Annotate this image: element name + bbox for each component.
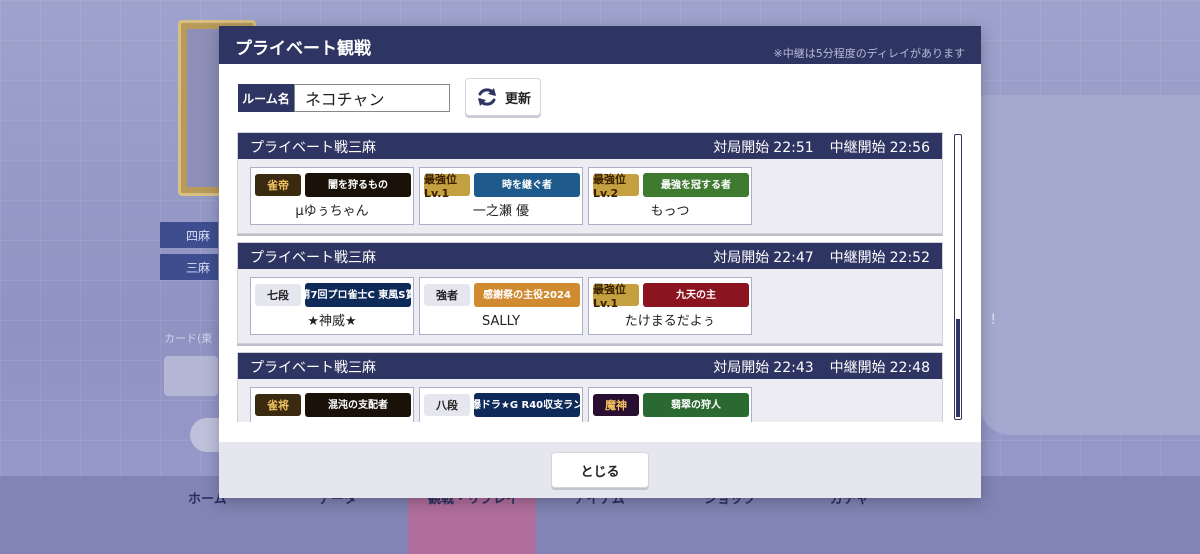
right-info-panel: [980, 95, 1200, 435]
relay-label: 中継開始: [829, 360, 886, 376]
player-name: μゆぅちゃん: [295, 204, 369, 219]
start-time: 22:47: [773, 250, 814, 266]
relay-delay-note: ※中継は5分程度のディレイがあります: [773, 47, 965, 60]
refresh-button[interactable]: 更新: [465, 78, 541, 116]
player-badges: 七段 第7回プロ雀士C 東風S賞: [255, 282, 411, 308]
title-badge: 時を継ぐ者: [474, 173, 580, 197]
player-panel[interactable]: 七段 第7回プロ雀士C 東風S賞 ★神威★: [250, 277, 414, 335]
refresh-icon: [477, 88, 496, 106]
room-card[interactable]: プライベート戦三麻 対局開始 22:47 中継開始 22:52 七段 第7回プロ雀士C 東風…: [237, 242, 943, 344]
room-name-input[interactable]: [294, 84, 450, 112]
room-title: プライベート戦三麻: [250, 140, 376, 156]
close-button[interactable]: とじる: [551, 452, 649, 488]
player-panel[interactable]: 強者 感謝祭の主役2024 SALLY: [419, 277, 583, 335]
list-scrollbar[interactable]: [954, 134, 962, 420]
player-badges: 強者 感謝祭の主役2024: [424, 282, 580, 308]
room-card[interactable]: プライベート戦三麻 対局開始22:43 中継開始22:48 雀将混沌の支配者八段第40…: [237, 352, 943, 422]
player-badges: 最強位Lv.1 時を継ぐ者: [424, 172, 580, 200]
title-badge: 第7回プロ雀士C 東風S賞: [305, 283, 411, 307]
player-list: 雀帝 闇を狩るもの μゆぅちゃん 最強位Lv.1 時を継ぐ者 一之瀬 優最強位Lv.2 最強…: [250, 167, 752, 225]
player-badges: 八段第40回爆ドラ★G R40収支ランク31位: [424, 392, 580, 418]
player-badges: 雀将 混沌の支配者: [255, 392, 411, 418]
player-list: 雀将混沌の支配者八段第40回爆ドラ★G R40収支ランク31位魔神翡翠の狩人: [250, 387, 752, 422]
player-name: たけまるだよぅ: [624, 314, 716, 329]
player-badges: 最強位Lv.2 最強を冠する者: [593, 172, 749, 200]
player-panel[interactable]: 最強位Lv.2 最強を冠する者もっつ: [588, 167, 752, 225]
player-panel[interactable]: 雀将 混沌の支配者: [250, 387, 414, 422]
room-times: 対局開始 22:43 中継開始 22:48: [709, 357, 930, 377]
rank-badge: 最強位Lv.1: [593, 283, 639, 310]
back-arrow-icon: [190, 418, 220, 452]
room-card[interactable]: プライベート戦三麻 対局開始 22:51 中継開始 22:56 雀帝 闇を狩るもの μゆぅちゃ…: [237, 132, 943, 234]
start-label: 対局開始: [713, 140, 770, 156]
player-badges: 最強位Lv.1 九天の主: [593, 282, 749, 310]
card-label: カード(東: [164, 332, 213, 345]
title-badge: 最強を冠する者: [643, 173, 749, 197]
modal-title: プライベート観戦: [235, 39, 371, 59]
rank-badge: 雀将: [255, 394, 301, 416]
room-card-header: プライベート戦三麻 対局開始 22:43 中継開始 22:48: [238, 353, 942, 379]
mode-3ma-label: 三麻: [160, 254, 218, 280]
player-name: 一之瀬 優: [472, 204, 530, 219]
rank-badge: 強者: [424, 284, 470, 306]
room-card-header: プライベート戦三麻 対局開始 22:47 中継開始 22:52: [238, 243, 942, 269]
relay-time: 22:48: [889, 360, 930, 376]
relay-time: 22:52: [889, 250, 930, 266]
scrollbar-thumb[interactable]: [956, 319, 960, 417]
player-panel[interactable]: 雀帝 闇を狩るもの μゆぅちゃん: [250, 167, 414, 225]
room-title: プライベート戦三麻: [250, 360, 376, 376]
rank-badge: 八段: [424, 394, 470, 416]
card-item: [164, 356, 218, 396]
refresh-label: 更新: [504, 91, 531, 107]
player-name: SALLY: [481, 314, 521, 329]
player-panel[interactable]: 八段第40回爆ドラ★G R40収支ランク31位: [419, 387, 583, 422]
player-panel[interactable]: 最強位Lv.1 九天の主たけまるだよぅ: [588, 277, 752, 335]
title-badge: 翡翠の狩人: [643, 393, 749, 417]
room-title: プライベート戦三麻: [250, 250, 376, 266]
relay-label: 中継開始: [829, 250, 886, 266]
player-badges: 魔神 翡翠の狩人: [593, 392, 749, 418]
player-name: ★神威★: [307, 314, 357, 329]
rank-badge: 七段: [255, 284, 301, 306]
player-list: 七段 第7回プロ雀士C 東風S賞 ★神威★ 強者 感謝祭の主役2024 SALLY 最強位L…: [250, 277, 752, 335]
start-label: 対局開始: [713, 250, 770, 266]
modal-header: プライベート観戦 ※中継は5分程度のディレイがあります: [219, 26, 981, 64]
player-panel[interactable]: 最強位Lv.1 時を継ぐ者一之瀬 優: [419, 167, 583, 225]
title-badge: 混沌の支配者: [305, 393, 411, 417]
start-time: 22:51: [773, 140, 814, 156]
title-badge: 第40回爆ドラ★G R40収支ランク31位: [474, 393, 580, 417]
private-watch-modal: プライベート観戦 ※中継は5分程度のディレイがあります ルーム名 更新 プライベ…: [219, 26, 981, 498]
room-card-header: プライベート戦三麻 対局開始 22:51 中継開始 22:56: [238, 133, 942, 159]
rank-badge: 最強位Lv.2: [593, 173, 639, 200]
rank-badge: 魔神: [593, 394, 639, 416]
rank-badge: 最強位Lv.1: [424, 173, 470, 200]
title-badge: 闇を狩るもの: [305, 173, 411, 197]
relay-label: 中継開始: [829, 140, 886, 156]
start-time: 22:43: [773, 360, 814, 376]
mode-4ma-label: 四麻: [160, 222, 218, 248]
player-panel[interactable]: 魔神 翡翠の狩人: [588, 387, 752, 422]
rank-badge: 雀帝: [255, 174, 301, 196]
room-times: 対局開始 22:51 中継開始 22:56: [709, 137, 930, 157]
title-badge: 九天の主: [643, 283, 749, 307]
side-panel-mark: !: [990, 312, 996, 328]
player-name: もっつ: [650, 204, 690, 219]
room-list[interactable]: プライベート戦三麻 対局開始 22:51 中継開始 22:56 雀帝 闇を狩るもの μゆぅちゃ…: [237, 132, 959, 422]
relay-time: 22:56: [889, 140, 930, 156]
start-label: 対局開始: [713, 360, 770, 376]
room-name-label: ルーム名: [238, 84, 294, 112]
title-badge: 感謝祭の主役2024: [474, 283, 580, 307]
player-badges: 雀帝 闇を狩るもの: [255, 172, 411, 198]
room-times: 対局開始 22:47 中継開始 22:52: [709, 247, 930, 267]
